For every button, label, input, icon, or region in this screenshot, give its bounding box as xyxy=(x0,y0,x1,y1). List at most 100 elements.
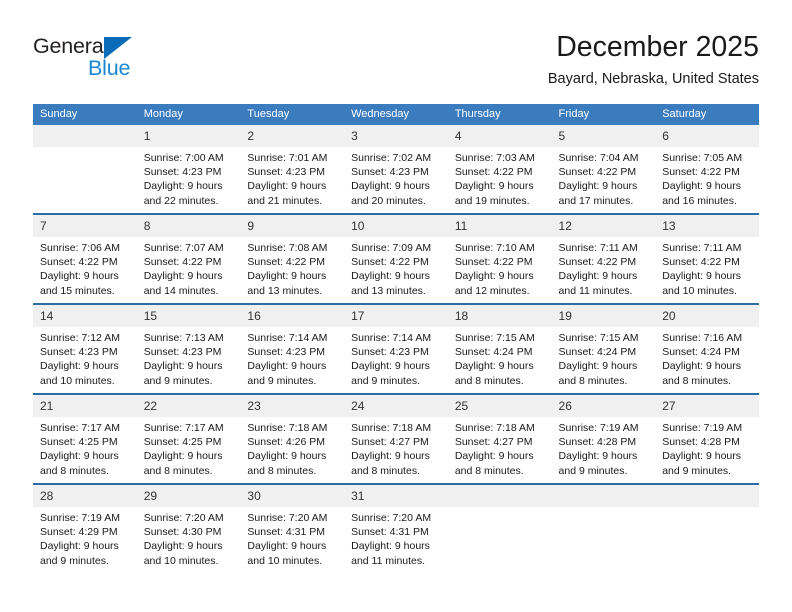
weekday-header-monday: Monday xyxy=(136,104,241,125)
day-cell-30[interactable]: 30 Sunrise: 7:20 AM Sunset: 4:31 PM Dayligh… xyxy=(240,483,345,573)
day-cell-17[interactable]: 17 Sunrise: 7:14 AM Sunset: 4:23 PM Dayligh… xyxy=(344,303,448,394)
day-number xyxy=(33,125,137,147)
daylight-line-1: Daylight: 9 hours xyxy=(351,270,430,283)
day-cell-5[interactable]: 5 Sunrise: 7:04 AM Sunset: 4:22 PM Daylight… xyxy=(551,125,656,214)
sunrise-time: Sunrise: 7:17 AM xyxy=(40,422,120,434)
daylight-line-1: Daylight: 9 hours xyxy=(558,360,638,373)
sunrise-time: Sunrise: 7:08 AM xyxy=(247,242,328,254)
day-cell-13[interactable]: 13 Sunrise: 7:11 AM Sunset: 4:22 PM Dayligh… xyxy=(655,213,759,304)
sunrise-time: Sunrise: 7:07 AM xyxy=(143,242,224,254)
sunset-time: Sunset: 4:23 PM xyxy=(351,166,429,179)
daylight-line-1: Daylight: 9 hours xyxy=(454,450,534,463)
day-cell-24[interactable]: 24 Sunrise: 7:18 AM Sunset: 4:27 PM Dayligh… xyxy=(344,393,448,484)
day-number xyxy=(655,485,759,507)
sunrise-time: Sunrise: 7:00 AM xyxy=(143,152,224,164)
daylight-line-2: and 9 minutes. xyxy=(558,464,628,477)
day-cell-6[interactable]: 6 Sunrise: 7:05 AM Sunset: 4:22 PM Daylight… xyxy=(655,125,759,214)
daylight-line-1: Daylight: 9 hours xyxy=(454,360,534,373)
daylight-line-1: Daylight: 9 hours xyxy=(247,360,327,373)
day-number: 28 xyxy=(33,485,137,507)
day-number: 6 xyxy=(655,125,759,147)
sunset-time: Sunset: 4:23 PM xyxy=(143,346,222,359)
day-cell-3[interactable]: 3 Sunrise: 7:02 AM Sunset: 4:23 PM Daylight… xyxy=(344,125,448,214)
day-number: 20 xyxy=(655,305,759,327)
sunrise-time: Sunrise: 7:14 AM xyxy=(247,332,328,344)
day-details: Sunrise: 7:17 AM Sunset: 4:25 PM Daylight:… xyxy=(137,417,241,478)
day-number: 3 xyxy=(344,125,448,147)
sunrise-time: Sunrise: 7:10 AM xyxy=(454,242,535,254)
daylight-line-2: and 21 minutes. xyxy=(247,194,323,207)
page-subtitle: Bayard, Nebraska, United States xyxy=(547,71,759,87)
daylight-line-2: and 10 minutes. xyxy=(662,284,737,297)
day-number: 16 xyxy=(240,305,345,327)
day-details: Sunrise: 7:15 AM Sunset: 4:24 PM Daylight:… xyxy=(448,327,552,388)
day-cell-2[interactable]: 2 Sunrise: 7:01 AM Sunset: 4:23 PM Daylight… xyxy=(240,125,345,214)
day-cell-10[interactable]: 10 Sunrise: 7:09 AM Sunset: 4:22 PM Dayligh… xyxy=(344,213,448,304)
daylight-line-2: and 9 minutes. xyxy=(143,374,213,387)
day-details: Sunrise: 7:03 AM Sunset: 4:22 PM Daylight:… xyxy=(448,147,552,208)
sunrise-time: Sunrise: 7:19 AM xyxy=(662,422,743,434)
day-cell-15[interactable]: 15 Sunrise: 7:13 AM Sunset: 4:23 PM Dayligh… xyxy=(136,303,241,394)
day-cell-20[interactable]: 20 Sunrise: 7:16 AM Sunset: 4:24 PM Dayligh… xyxy=(655,303,759,394)
day-cell-23[interactable]: 23 Sunrise: 7:18 AM Sunset: 4:26 PM Dayligh… xyxy=(240,393,345,484)
sunset-time: Sunset: 4:24 PM xyxy=(454,346,533,359)
page-header: General Blue December 2025 Bayard, Nebra… xyxy=(0,0,792,100)
daylight-line-2: and 11 minutes. xyxy=(351,554,426,567)
calendar-week-row: 7 Sunrise: 7:06 AM Sunset: 4:22 PM Daylight… xyxy=(33,213,759,304)
day-cell-19[interactable]: 19 Sunrise: 7:15 AM Sunset: 4:24 PM Dayligh… xyxy=(551,303,656,394)
daylight-line-2: and 10 minutes. xyxy=(143,554,219,567)
day-number: 21 xyxy=(33,395,137,417)
day-cell-16[interactable]: 16 Sunrise: 7:14 AM Sunset: 4:23 PM Dayligh… xyxy=(240,303,345,394)
day-details: Sunrise: 7:07 AM Sunset: 4:22 PM Daylight:… xyxy=(137,237,241,298)
day-cell-7[interactable]: 7 Sunrise: 7:06 AM Sunset: 4:22 PM Daylight… xyxy=(33,213,137,304)
day-cell-empty xyxy=(33,125,137,214)
day-cell-9[interactable]: 9 Sunrise: 7:08 AM Sunset: 4:22 PM Daylight… xyxy=(240,213,345,304)
calendar-week-row: 21 Sunrise: 7:17 AM Sunset: 4:25 PM Dayligh… xyxy=(33,393,759,484)
daylight-line-1: Daylight: 9 hours xyxy=(558,270,638,283)
day-number: 19 xyxy=(551,305,656,327)
daylight-line-2: and 10 minutes. xyxy=(247,554,323,567)
day-cell-22[interactable]: 22 Sunrise: 7:17 AM Sunset: 4:25 PM Dayligh… xyxy=(136,393,241,484)
day-number: 26 xyxy=(551,395,656,417)
sunrise-time: Sunrise: 7:16 AM xyxy=(662,332,743,344)
day-cell-11[interactable]: 11 Sunrise: 7:10 AM Sunset: 4:22 PM Dayligh… xyxy=(447,213,552,304)
day-cell-26[interactable]: 26 Sunrise: 7:19 AM Sunset: 4:28 PM Dayligh… xyxy=(551,393,656,484)
day-number: 25 xyxy=(447,395,552,417)
sunset-time: Sunset: 4:23 PM xyxy=(247,346,326,359)
sunset-time: Sunset: 4:30 PM xyxy=(143,526,222,539)
daylight-line-1: Daylight: 9 hours xyxy=(40,270,119,283)
day-details: Sunrise: 7:18 AM Sunset: 4:27 PM Daylight:… xyxy=(344,417,448,478)
daylight-line-2: and 12 minutes. xyxy=(454,284,530,297)
day-number: 18 xyxy=(447,305,552,327)
day-cell-14[interactable]: 14 Sunrise: 7:12 AM Sunset: 4:23 PM Dayligh… xyxy=(33,303,137,394)
day-cell-25[interactable]: 25 Sunrise: 7:18 AM Sunset: 4:27 PM Dayligh… xyxy=(447,393,552,484)
day-cell-28[interactable]: 28 Sunrise: 7:19 AM Sunset: 4:29 PM Dayligh… xyxy=(33,483,137,573)
day-cell-1[interactable]: 1 Sunrise: 7:00 AM Sunset: 4:23 PM Daylight… xyxy=(136,125,241,214)
day-cell-4[interactable]: 4 Sunrise: 7:03 AM Sunset: 4:22 PM Daylight… xyxy=(447,125,552,214)
sunset-time: Sunset: 4:25 PM xyxy=(143,436,222,449)
day-details: Sunrise: 7:13 AM Sunset: 4:23 PM Daylight:… xyxy=(137,327,241,388)
day-number: 4 xyxy=(447,125,552,147)
day-cell-31[interactable]: 31 Sunrise: 7:20 AM Sunset: 4:31 PM Dayligh… xyxy=(344,483,448,573)
day-number: 11 xyxy=(447,215,552,237)
sunset-time: Sunset: 4:22 PM xyxy=(558,256,637,269)
daylight-line-1: Daylight: 9 hours xyxy=(40,450,119,463)
day-cell-29[interactable]: 29 Sunrise: 7:20 AM Sunset: 4:30 PM Dayligh… xyxy=(136,483,241,573)
day-cell-21[interactable]: 21 Sunrise: 7:17 AM Sunset: 4:25 PM Dayligh… xyxy=(33,393,137,484)
daylight-line-2: and 20 minutes. xyxy=(351,194,426,207)
day-cell-12[interactable]: 12 Sunrise: 7:11 AM Sunset: 4:22 PM Dayligh… xyxy=(551,213,656,304)
sunset-time: Sunset: 4:22 PM xyxy=(351,256,429,269)
sunset-time: Sunset: 4:22 PM xyxy=(454,256,533,269)
daylight-line-1: Daylight: 9 hours xyxy=(351,540,430,553)
day-cell-27[interactable]: 27 Sunrise: 7:19 AM Sunset: 4:28 PM Dayligh… xyxy=(655,393,759,484)
day-cell-8[interactable]: 8 Sunrise: 7:07 AM Sunset: 4:22 PM Daylight… xyxy=(136,213,241,304)
daylight-line-2: and 10 minutes. xyxy=(40,374,115,387)
general-blue-logo[interactable]: General Blue xyxy=(33,34,213,80)
sunset-time: Sunset: 4:28 PM xyxy=(558,436,637,449)
day-number: 7 xyxy=(33,215,137,237)
day-cell-18[interactable]: 18 Sunrise: 7:15 AM Sunset: 4:24 PM Dayligh… xyxy=(447,303,552,394)
daylight-line-2: and 9 minutes. xyxy=(351,374,420,387)
sunrise-time: Sunrise: 7:04 AM xyxy=(558,152,639,164)
day-number: 5 xyxy=(551,125,656,147)
day-number: 24 xyxy=(344,395,448,417)
